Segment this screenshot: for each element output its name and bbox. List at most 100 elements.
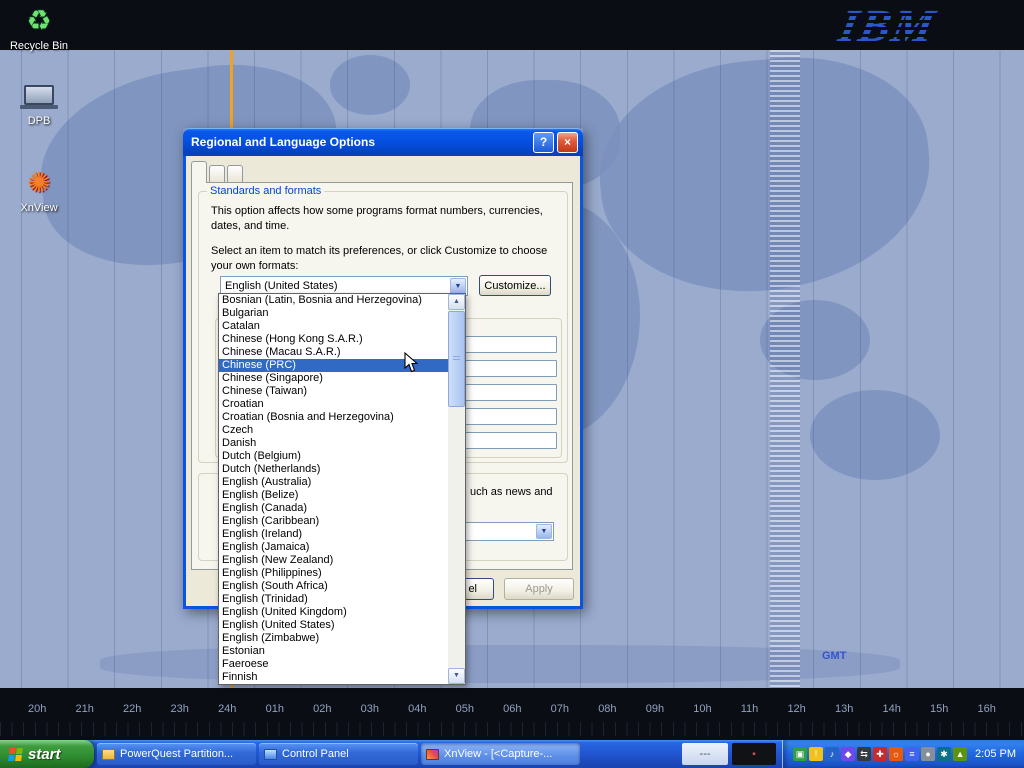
dialog-tabs xyxy=(191,161,245,183)
chevron-down-icon[interactable]: ▼ xyxy=(536,524,552,539)
group-label: Standards and formats xyxy=(207,185,324,197)
hour-label: 22h xyxy=(123,703,141,715)
tab[interactable] xyxy=(209,165,225,183)
scroll-down-icon[interactable]: ▼ xyxy=(448,668,465,684)
mute-icon[interactable]: ● xyxy=(921,747,935,761)
xnview-icon xyxy=(426,749,439,760)
list-item[interactable]: English (United Kingdom) xyxy=(219,606,448,619)
taskbar-clock: 2:05 PM xyxy=(975,748,1016,760)
hour-label: 23h xyxy=(171,703,189,715)
list-item[interactable]: Croatian xyxy=(219,398,448,411)
list-item[interactable]: Bosnian (Latin, Bosnia and Herzegovina) xyxy=(219,294,448,307)
list-item[interactable]: Finnish xyxy=(219,671,448,684)
xnview-app-icon: ✺ xyxy=(6,165,72,199)
task-buttons: PowerQuest Partition... Control Panel Xn… xyxy=(94,743,580,765)
desktop-icon-xnview[interactable]: ✺ XnView xyxy=(6,165,72,214)
start-button[interactable]: start xyxy=(0,740,94,768)
hour-label: 09h xyxy=(646,703,664,715)
hour-label: 05h xyxy=(456,703,474,715)
close-button[interactable]: × xyxy=(557,132,578,153)
hour-label: 01h xyxy=(266,703,284,715)
taskbar: start PowerQuest Partition... Control Pa… xyxy=(0,740,1024,768)
list-item[interactable]: Estonian xyxy=(219,645,448,658)
network-icon[interactable]: ⇆ xyxy=(857,747,871,761)
control-panel-icon xyxy=(264,749,277,760)
hour-label: 10h xyxy=(693,703,711,715)
chevron-down-icon[interactable]: ▼ xyxy=(450,278,466,294)
hour-label: 02h xyxy=(313,703,331,715)
recycle-bin-icon: ♻ xyxy=(6,3,72,37)
dialog-titlebar[interactable]: Regional and Language Options ? × xyxy=(183,128,583,156)
hour-label: 13h xyxy=(835,703,853,715)
list-item[interactable]: Faeroese xyxy=(219,658,448,671)
list-item[interactable]: Dutch (Netherlands) xyxy=(219,463,448,476)
list-item[interactable]: Czech xyxy=(219,424,448,437)
list-item[interactable]: English (Australia) xyxy=(219,476,448,489)
removable-device-icon[interactable]: ▲ xyxy=(953,747,967,761)
desktop-icon-dpb[interactable]: DPB xyxy=(6,78,72,127)
graphics-utility-icon[interactable]: ▣ xyxy=(793,747,807,761)
list-item[interactable]: English (Philippines) xyxy=(219,567,448,580)
hour-label: 15h xyxy=(930,703,948,715)
gmt-label: GMT xyxy=(822,650,846,662)
apply-button: Apply xyxy=(504,578,574,600)
hour-label: 03h xyxy=(361,703,379,715)
scrollbar-thumb[interactable] xyxy=(448,311,465,407)
list-item[interactable]: English (Caribbean) xyxy=(219,515,448,528)
list-item[interactable]: English (Belize) xyxy=(219,489,448,502)
hour-label: 14h xyxy=(882,703,900,715)
hour-labels: 20h21h22h23h24h01h02h03h04h05h06h07h08h0… xyxy=(0,703,1024,715)
format-combobox-value: English (United States) xyxy=(225,280,338,292)
list-scrollbar[interactable]: ▲ ▼ xyxy=(448,294,465,684)
list-item[interactable]: English (Jamaica) xyxy=(219,541,448,554)
list-item[interactable]: Chinese (Hong Kong S.A.R.) xyxy=(219,333,448,346)
hidden-window-button[interactable]: ▪ xyxy=(732,743,776,765)
hour-label: 06h xyxy=(503,703,521,715)
list-item[interactable]: English (New Zealand) xyxy=(219,554,448,567)
desktop-icon-recycle-bin[interactable]: ♻ Recycle Bin xyxy=(6,3,72,52)
antivirus-icon[interactable]: ✚ xyxy=(873,747,887,761)
security-alert-icon[interactable]: ! xyxy=(809,747,823,761)
tab[interactable] xyxy=(227,165,243,183)
list-item[interactable]: Bulgarian xyxy=(219,307,448,320)
hour-label: 12h xyxy=(787,703,805,715)
list-item[interactable]: Chinese (Taiwan) xyxy=(219,385,448,398)
hour-label: 16h xyxy=(978,703,996,715)
task-button[interactable]: PowerQuest Partition... xyxy=(97,743,256,765)
tray-icons: ▣!♪◆⇆✚☼≡●✱▲ xyxy=(793,747,967,761)
list-item[interactable]: English (Canada) xyxy=(219,502,448,515)
start-label: start xyxy=(28,746,61,763)
standards-description: This option affects how some programs fo… xyxy=(211,204,563,233)
list-item[interactable]: English (Trinidad) xyxy=(219,593,448,606)
list-item[interactable]: Danish xyxy=(219,437,448,450)
list-item[interactable]: Dutch (Belgium) xyxy=(219,450,448,463)
taskbar-overflow-button[interactable]: --- xyxy=(682,743,728,765)
laptop-icon xyxy=(6,78,72,112)
hour-label: 20h xyxy=(28,703,46,715)
help-button[interactable]: ? xyxy=(533,132,554,153)
system-tray: ▣!♪◆⇆✚☼≡●✱▲ 2:05 PM xyxy=(782,740,1024,768)
hour-label: 08h xyxy=(598,703,616,715)
task-button[interactable]: Control Panel xyxy=(259,743,418,765)
hour-label: 11h xyxy=(741,703,759,715)
windows-flag-icon xyxy=(8,748,23,761)
tab[interactable] xyxy=(191,161,207,183)
desktop-icon-label: DPB xyxy=(28,115,51,127)
display-settings-icon[interactable]: ◆ xyxy=(841,747,855,761)
mouse-cursor xyxy=(404,352,418,378)
list-item[interactable]: Catalan xyxy=(219,320,448,333)
scroll-up-icon[interactable]: ▲ xyxy=(448,294,465,310)
list-item[interactable]: English (United States) xyxy=(219,619,448,632)
list-item[interactable]: Croatian (Bosnia and Herzegovina) xyxy=(219,411,448,424)
clipboard-icon[interactable]: ≡ xyxy=(905,747,919,761)
list-item[interactable]: English (South Africa) xyxy=(219,580,448,593)
volume-icon[interactable]: ♪ xyxy=(825,747,839,761)
language-bar-icon[interactable]: ✱ xyxy=(937,747,951,761)
regional-language-options-dialog: Regional and Language Options ? × Standa… xyxy=(183,128,583,609)
task-button[interactable]: XnView - [<Capture-... xyxy=(421,743,580,765)
task-scheduler-icon[interactable]: ☼ xyxy=(889,747,903,761)
customize-button[interactable]: Customize... xyxy=(479,275,551,296)
list-item[interactable]: English (Zimbabwe) xyxy=(219,632,448,645)
format-dropdown-list: Bosnian (Latin, Bosnia and Herzegovina)B… xyxy=(218,293,466,685)
list-item[interactable]: English (Ireland) xyxy=(219,528,448,541)
